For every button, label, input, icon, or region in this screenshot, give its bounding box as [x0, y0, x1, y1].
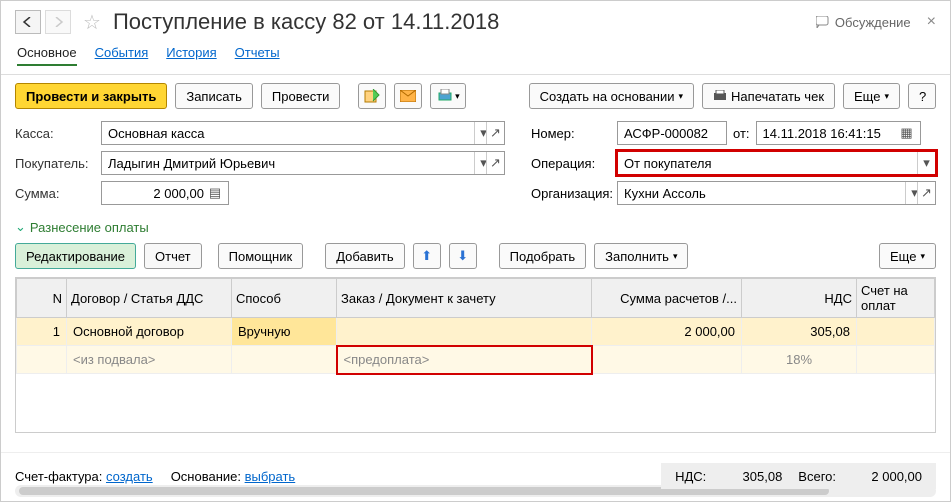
table-header-row: N Договор / Статья ДДС Способ Заказ / До… — [17, 279, 935, 318]
create-invoice-link[interactable]: создать — [106, 469, 153, 484]
operation-combo[interactable]: От покупателя ▾ — [617, 151, 936, 175]
nomer-label: Номер: — [531, 126, 611, 141]
tab-history[interactable]: История — [166, 45, 216, 66]
nav-forward-button[interactable] — [45, 10, 71, 34]
payment-table[interactable]: N Договор / Статья ДДС Способ Заказ / До… — [15, 277, 936, 433]
print-button[interactable]: ▾ — [430, 83, 466, 109]
col-sum: Сумма расчетов /... — [592, 279, 742, 318]
footer-vat-value: 305,08 — [722, 469, 782, 484]
add-row-button[interactable]: Добавить — [325, 243, 404, 269]
section-payment-distribution[interactable]: ⌄ Разнесение оплаты — [1, 215, 950, 239]
sum-label: Сумма: — [15, 186, 95, 201]
move-up-button[interactable]: ⬆ — [413, 243, 441, 269]
prepayment-cell[interactable]: <предоплата> — [337, 346, 592, 374]
register-movements-button[interactable] — [358, 83, 386, 109]
favorite-icon[interactable]: ☆ — [83, 10, 101, 35]
col-invoice: Счет на оплат — [857, 279, 935, 318]
col-method: Способ — [232, 279, 337, 318]
ot-label: от: — [733, 126, 750, 141]
footer-vat-label: НДС: — [675, 469, 706, 484]
footer-total-label: Всего: — [798, 469, 836, 484]
buyer-label: Покупатель: — [15, 156, 95, 171]
footer-total-value: 2 000,00 — [852, 469, 922, 484]
edit-mode-button[interactable]: Редактирование — [15, 243, 136, 269]
buyer-combo[interactable]: Ладыгин Дмитрий Юрьевич ▾ ↗ — [101, 151, 505, 175]
calendar-icon[interactable]: ▦ — [900, 125, 914, 141]
basis-label: Основание: — [171, 469, 241, 484]
chevron-down-icon[interactable]: ▾ — [917, 152, 935, 174]
print-check-button[interactable]: Напечатать чек — [702, 83, 835, 109]
open-ref-icon[interactable]: ↗ — [486, 122, 504, 144]
fill-button[interactable]: Заполнить ▾ — [594, 243, 688, 269]
help-button[interactable]: ? — [908, 83, 936, 109]
operation-label: Операция: — [531, 156, 611, 171]
col-n: N — [17, 279, 67, 318]
nomer-field[interactable]: АСФР-000082 — [617, 121, 727, 145]
select-basis-link[interactable]: выбрать — [245, 469, 296, 484]
move-down-button[interactable]: ⬇ — [449, 243, 477, 269]
col-vat: НДС — [742, 279, 857, 318]
report-mode-button[interactable]: Отчет — [144, 243, 202, 269]
discuss-link[interactable]: Обсуждение — [816, 15, 911, 30]
create-basis-button[interactable]: Создать на основании ▾ — [529, 83, 694, 109]
table-row[interactable]: 1 Основной договор Вручную 2 000,00 305,… — [17, 318, 935, 346]
org-combo[interactable]: Кухни Ассоль ▾ ↗ — [617, 181, 936, 205]
invoice-label: Счет-фактура: — [15, 469, 102, 484]
pick-button[interactable]: Подобрать — [499, 243, 586, 269]
more-button[interactable]: Еще ▾ — [843, 83, 900, 109]
helper-button[interactable]: Помощник — [218, 243, 304, 269]
discuss-icon — [816, 16, 830, 28]
open-ref-icon[interactable]: ↗ — [486, 152, 504, 174]
close-icon[interactable]: × — [927, 13, 936, 31]
post-button[interactable]: Провести — [261, 83, 341, 109]
tab-reports[interactable]: Отчеты — [235, 45, 280, 66]
post-and-close-button[interactable]: Провести и закрыть — [15, 83, 167, 109]
printer-icon — [713, 90, 727, 102]
org-label: Организация: — [531, 186, 611, 201]
col-order: Заказ / Документ к зачету — [337, 279, 592, 318]
calculator-icon[interactable]: ▤ — [208, 185, 222, 201]
nav-back-button[interactable] — [15, 10, 41, 34]
kassa-combo[interactable]: Основная касса ▾ ↗ — [101, 121, 505, 145]
table-row[interactable]: <из подвала> <предоплата> 18% — [17, 346, 935, 374]
tab-main[interactable]: Основное — [17, 45, 77, 66]
chevron-down-icon: ⌄ — [15, 219, 26, 235]
sum-field[interactable]: 2 000,00 ▤ — [101, 181, 229, 205]
mail-button[interactable] — [394, 83, 422, 109]
tab-events[interactable]: События — [95, 45, 149, 66]
page-title: Поступление в кассу 82 от 14.11.2018 — [113, 9, 499, 35]
kassa-label: Касса: — [15, 126, 95, 141]
date-field[interactable]: 14.11.2018 16:41:15 ▦ — [756, 121, 921, 145]
table-more-button[interactable]: Еще ▾ — [879, 243, 936, 269]
col-contract: Договор / Статья ДДС — [67, 279, 232, 318]
open-ref-icon[interactable]: ↗ — [917, 182, 935, 204]
save-button[interactable]: Записать — [175, 83, 253, 109]
